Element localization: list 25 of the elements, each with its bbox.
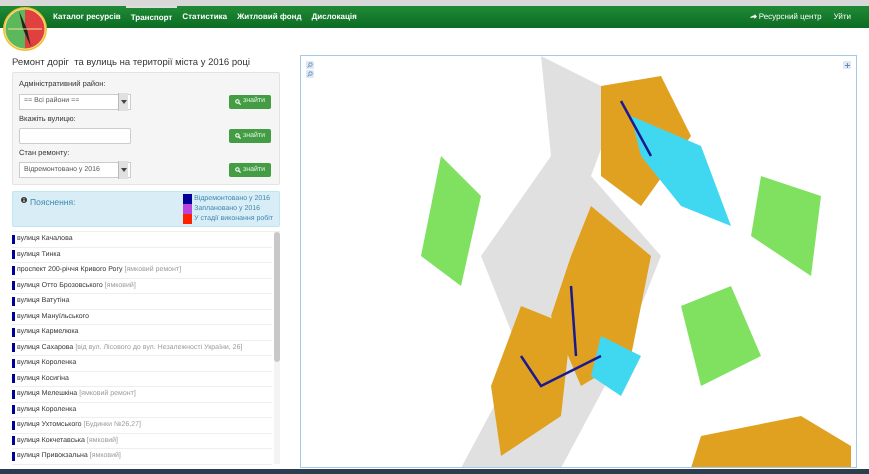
search-icon bbox=[235, 98, 241, 104]
street-input[interactable] bbox=[19, 128, 131, 144]
nav-link[interactable]: Уйти bbox=[828, 11, 857, 23]
legend-title: Пояснення: bbox=[30, 196, 76, 209]
info-icon bbox=[21, 197, 27, 203]
arrow-icon bbox=[750, 14, 757, 20]
search-icon bbox=[235, 132, 241, 139]
search-icon bbox=[235, 167, 241, 173]
zoom-in-button[interactable] bbox=[306, 61, 314, 69]
nav-link[interactable]: Ресурсний центр bbox=[744, 11, 828, 23]
zoom-out-button[interactable] bbox=[306, 70, 314, 78]
nav-link[interactable]: Статистика bbox=[177, 6, 232, 28]
plus-icon bbox=[844, 62, 850, 68]
nav-link[interactable]: Дислокація bbox=[306, 6, 362, 28]
layer-switcher-button[interactable] bbox=[843, 61, 851, 69]
caret-icon bbox=[120, 100, 126, 104]
nav-link[interactable]: Каталог ресурсів bbox=[48, 6, 126, 28]
magnifier-icon bbox=[307, 62, 313, 68]
page-title: Ремонт доріг та вулиць на території міста у 2016 році bbox=[12, 56, 251, 70]
caret-icon bbox=[120, 168, 126, 172]
nav-link[interactable]: Житловий фонд bbox=[232, 6, 307, 28]
scrollbar[interactable] bbox=[274, 232, 280, 464]
nav-link[interactable]: Транспорт bbox=[126, 6, 178, 28]
magnifier-icon bbox=[307, 71, 313, 77]
compass-logo bbox=[2, 6, 48, 52]
